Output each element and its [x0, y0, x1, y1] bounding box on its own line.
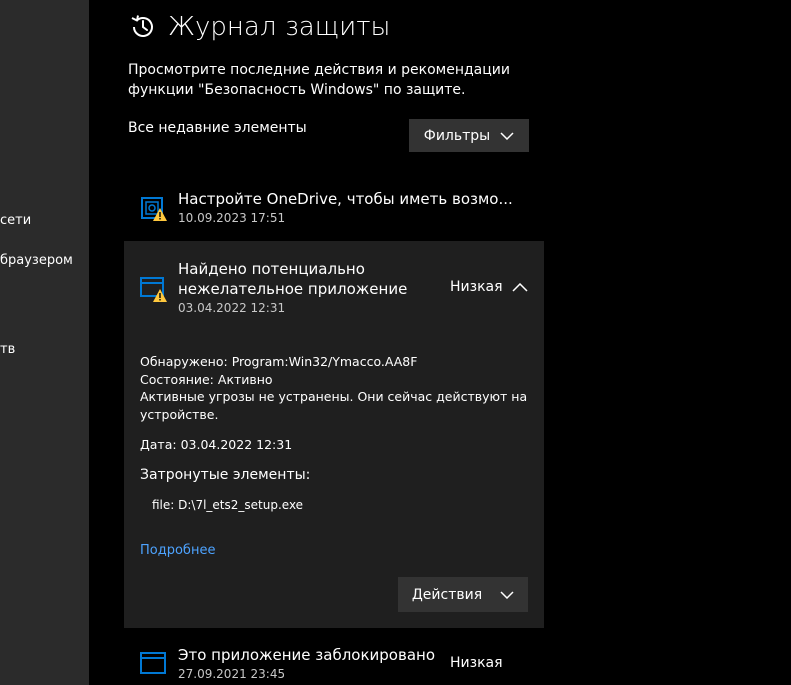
entry-title-line2: нежелательное приложение — [178, 280, 408, 298]
learn-more-link[interactable]: Подробнее — [140, 543, 215, 558]
section-label: Все недавние элементы — [128, 120, 307, 136]
page-header: Журнал защиты — [128, 12, 390, 42]
sidebar-item-label: браузером — [0, 253, 73, 268]
filters-button[interactable]: Фильтры — [409, 119, 529, 152]
detected-line: Обнаружено: Program:Win32/Ymacco.AA8F — [140, 353, 417, 371]
severity-label: Низкая — [450, 279, 503, 295]
status-value: Активно — [217, 372, 273, 387]
app-warning-icon — [140, 275, 168, 303]
entry-date: 03.04.2022 12:31 — [178, 301, 286, 315]
actions-button-label: Действия — [411, 586, 483, 603]
chevron-down-icon — [500, 131, 514, 140]
sidebar-item-network[interactable]: сети — [0, 213, 31, 228]
affected-items-heading: Затронутые элементы: — [140, 467, 311, 483]
status-label: Состояние: — [140, 372, 214, 387]
entry-date: 27.09.2021 23:45 — [178, 667, 286, 681]
sidebar-item-label: тв — [0, 342, 16, 357]
threat-message-line2: устройстве. — [140, 407, 219, 422]
sidebar-item-browser[interactable]: браузером — [0, 253, 73, 268]
sidebar-item-device[interactable]: тв — [0, 342, 15, 357]
entry-title-line1: Найдено потенциально — [178, 260, 365, 278]
page-subtitle: Просмотрите последние действия и рекомен… — [128, 62, 510, 98]
detected-label: Обнаружено: — [140, 354, 228, 369]
date-label: Дата: — [140, 437, 177, 452]
threat-message-line1: Активные угрозы не устранены. Они сейчас… — [140, 389, 528, 404]
history-icon — [128, 12, 158, 42]
entry-date: 10.09.2023 17:51 — [178, 211, 286, 225]
history-entry-app-blocked[interactable]: Это приложение заблокировано 27.09.2021 … — [124, 640, 544, 685]
detected-value: Program:Win32/Ymacco.AA8F — [231, 354, 418, 369]
sidebar: сети браузером тв — [0, 0, 89, 685]
date-line: Дата: 03.04.2022 12:31 — [140, 436, 292, 454]
severity-label: Низкая — [450, 655, 503, 671]
entry-title: Это приложение заблокировано — [178, 646, 435, 664]
app-window-icon — [140, 650, 168, 678]
history-entry-expanded: Найдено потенциально нежелательное прило… — [124, 241, 544, 628]
affected-file: file: D:\7l_ets2_setup.exe — [152, 498, 304, 512]
onedrive-warning-icon — [140, 194, 168, 222]
history-entry-onedrive[interactable]: Настройте OneDrive, чтобы иметь возмо...… — [124, 180, 544, 235]
page-title: Журнал защиты — [168, 12, 391, 42]
date-value: 03.04.2022 12:31 — [180, 437, 293, 452]
chevron-up-icon[interactable] — [510, 279, 530, 295]
entry-title: Настройте OneDrive, чтобы иметь возмо... — [178, 190, 513, 208]
actions-button[interactable]: Действия — [398, 577, 528, 612]
sidebar-item-label: сети — [0, 213, 32, 228]
chevron-down-icon — [500, 590, 514, 599]
filters-button-label: Фильтры — [423, 127, 491, 144]
status-line: Состояние: Активно — [140, 371, 273, 389]
